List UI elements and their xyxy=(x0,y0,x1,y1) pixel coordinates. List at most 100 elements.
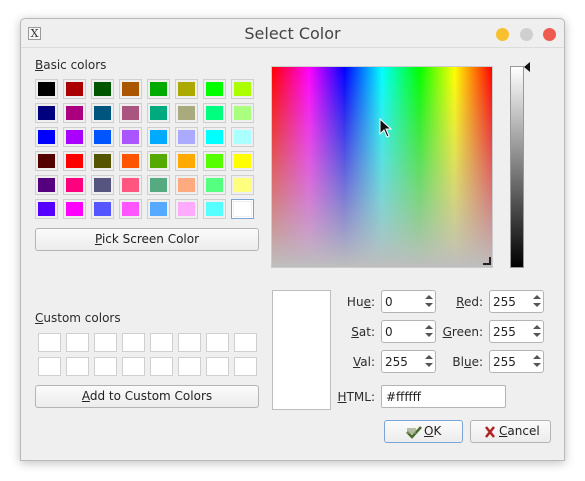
red-spinbox[interactable]: 255 xyxy=(489,290,544,313)
sat-stepper[interactable] xyxy=(423,321,435,342)
basic-color-swatch[interactable] xyxy=(231,127,254,147)
blue-stepper[interactable] xyxy=(531,351,543,372)
up-arrow-icon[interactable] xyxy=(533,325,541,329)
basic-color-swatch[interactable] xyxy=(63,151,86,171)
green-spinbox[interactable]: 255 xyxy=(489,320,544,343)
html-color-input[interactable]: #ffffff xyxy=(381,385,506,408)
basic-color-swatch[interactable] xyxy=(63,127,86,147)
basic-color-swatch[interactable] xyxy=(63,175,86,195)
basic-color-swatch[interactable] xyxy=(175,79,198,99)
sat-spinbox[interactable]: 0 xyxy=(381,320,436,343)
basic-color-swatch[interactable] xyxy=(91,199,114,219)
basic-color-swatch[interactable] xyxy=(147,199,170,219)
custom-color-swatch[interactable] xyxy=(206,357,229,376)
down-arrow-icon[interactable] xyxy=(425,363,433,367)
basic-color-swatch[interactable] xyxy=(35,151,58,171)
custom-color-swatch[interactable] xyxy=(234,357,257,376)
custom-color-swatch[interactable] xyxy=(234,333,257,352)
basic-color-swatch[interactable] xyxy=(203,79,226,99)
basic-color-swatch[interactable] xyxy=(231,199,254,219)
basic-color-swatch[interactable] xyxy=(35,127,58,147)
basic-color-swatch[interactable] xyxy=(175,127,198,147)
basic-color-swatch[interactable] xyxy=(175,103,198,123)
up-arrow-icon[interactable] xyxy=(425,325,433,329)
green-stepper[interactable] xyxy=(531,321,543,342)
basic-color-swatch[interactable] xyxy=(147,127,170,147)
down-arrow-icon[interactable] xyxy=(533,303,541,307)
add-to-custom-colors-button[interactable]: Add to Custom Colors xyxy=(35,385,259,408)
custom-color-swatch[interactable] xyxy=(206,333,229,352)
val-stepper[interactable] xyxy=(423,351,435,372)
basic-color-swatch[interactable] xyxy=(231,103,254,123)
basic-color-swatch[interactable] xyxy=(119,199,142,219)
title-bar[interactable]: X Select Color xyxy=(21,19,564,48)
red-stepper[interactable] xyxy=(531,291,543,312)
up-arrow-icon[interactable] xyxy=(425,295,433,299)
custom-color-swatch[interactable] xyxy=(150,333,173,352)
basic-color-swatch[interactable] xyxy=(119,151,142,171)
val-spinbox[interactable]: 255 xyxy=(381,350,436,373)
basic-color-swatch[interactable] xyxy=(91,175,114,195)
basic-color-swatch[interactable] xyxy=(175,199,198,219)
basic-color-swatch[interactable] xyxy=(231,151,254,171)
down-arrow-icon[interactable] xyxy=(425,303,433,307)
basic-color-swatch[interactable] xyxy=(147,79,170,99)
basic-color-swatch[interactable] xyxy=(231,79,254,99)
ok-button[interactable]: OK xyxy=(384,420,463,443)
basic-color-swatch[interactable] xyxy=(203,127,226,147)
basic-color-swatch[interactable] xyxy=(203,175,226,195)
up-arrow-icon[interactable] xyxy=(533,295,541,299)
value-slider-handle-icon[interactable] xyxy=(523,62,531,72)
basic-color-swatch[interactable] xyxy=(91,103,114,123)
basic-color-swatch[interactable] xyxy=(119,103,142,123)
basic-color-swatch[interactable] xyxy=(231,175,254,195)
down-arrow-icon[interactable] xyxy=(533,363,541,367)
down-arrow-icon[interactable] xyxy=(425,333,433,337)
custom-color-swatch[interactable] xyxy=(178,357,201,376)
custom-color-swatch[interactable] xyxy=(38,357,61,376)
basic-color-swatch[interactable] xyxy=(35,79,58,99)
basic-color-swatch[interactable] xyxy=(63,199,86,219)
basic-color-swatch[interactable] xyxy=(91,151,114,171)
blue-spinbox[interactable]: 255 xyxy=(489,350,544,373)
minimize-button[interactable] xyxy=(496,28,509,41)
basic-color-swatch[interactable] xyxy=(147,103,170,123)
hue-stepper[interactable] xyxy=(423,291,435,312)
custom-color-swatch[interactable] xyxy=(38,333,61,352)
basic-color-swatch[interactable] xyxy=(175,175,198,195)
custom-color-swatch[interactable] xyxy=(94,357,117,376)
custom-color-swatch[interactable] xyxy=(178,333,201,352)
custom-color-swatch[interactable] xyxy=(94,333,117,352)
color-spectrum[interactable] xyxy=(271,66,493,268)
hue-spinbox[interactable]: 0 xyxy=(381,290,436,313)
basic-color-swatch[interactable] xyxy=(147,151,170,171)
basic-color-swatch[interactable] xyxy=(119,127,142,147)
maximize-button[interactable] xyxy=(520,28,533,41)
basic-color-swatch[interactable] xyxy=(203,199,226,219)
basic-color-swatch[interactable] xyxy=(203,103,226,123)
basic-color-swatch[interactable] xyxy=(35,175,58,195)
basic-color-swatch[interactable] xyxy=(119,79,142,99)
basic-color-swatch[interactable] xyxy=(175,151,198,171)
basic-color-swatch[interactable] xyxy=(63,79,86,99)
custom-color-swatch[interactable] xyxy=(122,333,145,352)
basic-color-swatch[interactable] xyxy=(91,79,114,99)
custom-color-swatch[interactable] xyxy=(150,357,173,376)
up-arrow-icon[interactable] xyxy=(533,355,541,359)
up-arrow-icon[interactable] xyxy=(425,355,433,359)
custom-color-swatch[interactable] xyxy=(66,333,89,352)
value-slider[interactable] xyxy=(510,66,524,268)
basic-color-swatch[interactable] xyxy=(91,127,114,147)
basic-color-swatch[interactable] xyxy=(119,175,142,195)
down-arrow-icon[interactable] xyxy=(533,333,541,337)
custom-color-swatch[interactable] xyxy=(122,357,145,376)
basic-color-swatch[interactable] xyxy=(35,103,58,123)
close-button[interactable] xyxy=(543,28,556,41)
custom-color-swatch[interactable] xyxy=(66,357,89,376)
basic-color-swatch[interactable] xyxy=(203,151,226,171)
basic-color-swatch[interactable] xyxy=(35,199,58,219)
basic-color-swatch[interactable] xyxy=(147,175,170,195)
basic-color-swatch[interactable] xyxy=(63,103,86,123)
cancel-button[interactable]: Cancel xyxy=(470,420,551,443)
pick-screen-color-button[interactable]: Pick Screen Color xyxy=(35,228,259,251)
